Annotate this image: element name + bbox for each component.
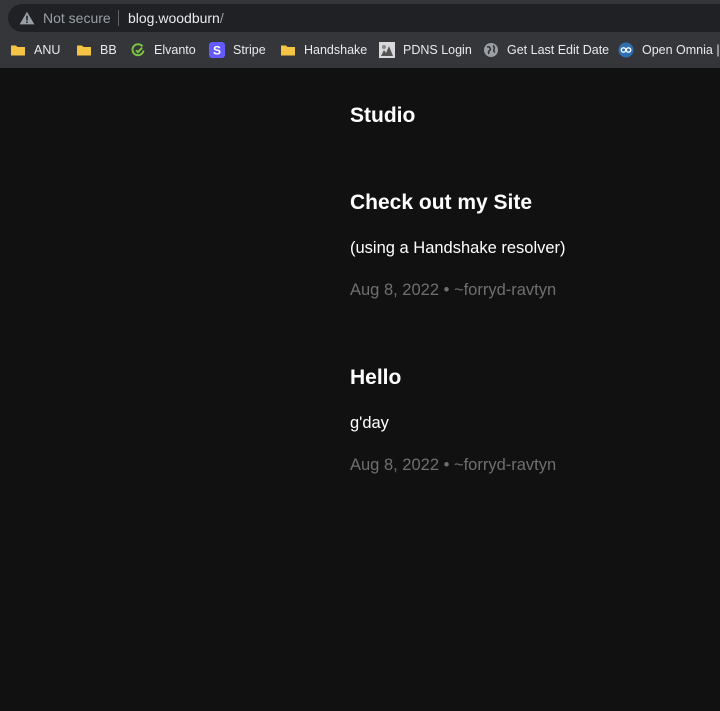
url-path: / [219,10,224,26]
bookmark-open-omnia[interactable]: Open Omnia | S [618,40,720,60]
url-text[interactable]: blog.woodburn/ [128,10,224,26]
warning-triangle-icon[interactable] [19,11,35,25]
bookmark-pdns-login[interactable]: PDNS Login [379,40,472,60]
bookmark-label: BB [100,43,117,57]
bookmark-label: PDNS Login [403,43,472,57]
svg-text:S: S [213,44,221,58]
bookmarks-bar: ANU BB Elvanto S Stripe Handshake PDNS L… [0,36,720,64]
address-bar[interactable]: Not secure blog.woodburn/ [8,4,720,32]
bookmark-handshake[interactable]: Handshake [280,40,367,60]
bookmark-label: Handshake [304,43,368,57]
bookmark-bb[interactable]: BB [76,40,117,60]
globe-icon [483,42,499,58]
bookmark-label: Elvanto [154,43,196,57]
bookmark-get-last-edit-date[interactable]: Get Last Edit Date [483,40,609,60]
post-meta: Aug 8, 2022 • ~forryd-ravtyn [350,456,557,474]
bookmark-label: Open Omnia | S [642,43,720,57]
omnia-icon [618,42,634,58]
post-title[interactable]: Check out my Site [350,191,532,215]
post-body: (using a Handshake resolver) [350,239,566,257]
post-title[interactable]: Hello [350,366,401,390]
folder-icon [76,42,92,58]
security-status-label[interactable]: Not secure [43,10,111,26]
address-divider [118,10,119,26]
bookmark-label: Stripe [233,43,266,57]
pdns-icon [379,42,395,58]
bookmark-elvanto[interactable]: Elvanto [130,40,196,60]
bookmark-label: ANU [34,43,61,57]
url-host: blog.woodburn [128,10,220,26]
site-title[interactable]: Studio [350,104,415,128]
folder-icon [280,42,296,58]
bookmark-stripe[interactable]: S Stripe [209,40,266,60]
folder-icon [10,42,26,58]
elvanto-icon [130,42,146,58]
post-meta: Aug 8, 2022 • ~forryd-ravtyn [350,281,557,299]
post-body: g'day [350,414,389,432]
browser-toolbar: Not secure blog.woodburn/ ANU BB Elvanto… [0,0,720,68]
bookmark-anu[interactable]: ANU [10,40,60,60]
bookmark-label: Get Last Edit Date [507,43,610,57]
stripe-icon: S [209,42,225,58]
